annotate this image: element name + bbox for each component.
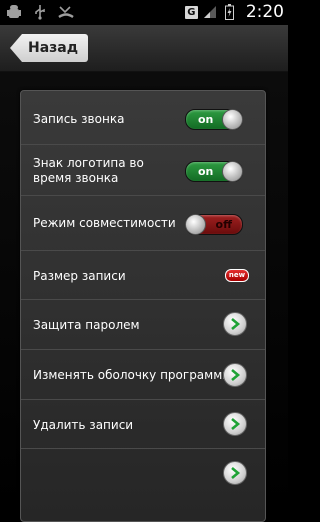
compatibility-mode-toggle[interactable]: off [185,214,243,235]
setting-row-call-recording: Запись звонка on [21,91,265,145]
chevron-right-icon[interactable] [223,312,247,336]
missed-call-icon [58,4,74,20]
back-button[interactable]: Назад [10,34,89,62]
setting-label: Размер записи [33,269,126,283]
setting-row-delete-records[interactable]: Удалить записи [21,400,265,449]
signal-icon [202,4,218,20]
new-badge: new [225,269,249,282]
setting-row-recording-size[interactable]: Размер записи new [21,251,265,300]
chevron-right-icon[interactable] [223,363,247,387]
app-header: Назад [0,25,288,72]
toggle-knob [222,109,243,130]
toggle-knob [222,161,243,182]
logo-during-call-toggle[interactable]: on [185,161,243,182]
setting-row-partial[interactable] [21,449,265,521]
toggle-state-text: on [198,113,214,126]
android-debug-icon [6,4,22,20]
settings-panel: Запись звонка on Знак логотипа во время … [20,90,266,522]
call-recording-toggle[interactable]: on [185,109,243,130]
setting-label: Удалить записи [33,418,134,432]
setting-row-logo-during-call: Знак логотипа во время звонка on [21,145,265,196]
setting-label: Режим совместимости [33,216,176,230]
setting-row-change-skin[interactable]: Изменять оболочку программы [21,350,265,400]
chevron-right-icon[interactable] [223,461,247,485]
clock: 2:20 [245,2,284,22]
battery-icon [222,4,238,20]
usb-icon [32,4,48,20]
status-bar: G 2:20 [0,0,288,25]
setting-label: Защита паролем [33,318,140,332]
setting-label: Изменять оболочку программы [33,368,232,382]
setting-label: Знак логотипа во время звонка [33,156,144,185]
network-type-badge: G [184,5,198,19]
setting-label: Запись звонка [33,112,125,126]
toggle-state-text: off [215,218,232,231]
setting-row-compatibility-mode: Режим совместимости off [21,196,265,251]
toggle-state-text: on [198,165,214,178]
setting-row-password-protection[interactable]: Защита паролем [21,300,265,350]
toggle-knob [185,214,206,235]
chevron-right-icon[interactable] [223,412,247,436]
